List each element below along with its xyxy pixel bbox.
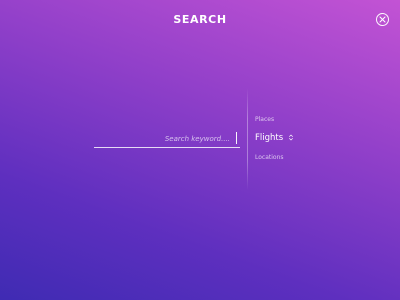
text-cursor (236, 132, 237, 144)
chevron-up-down-icon (289, 134, 293, 141)
search-input[interactable] (94, 130, 234, 148)
picker-item-locations[interactable]: Locations (255, 154, 284, 161)
picker-item-places[interactable]: Places (255, 116, 274, 123)
picker-divider (247, 88, 248, 190)
search-underline (94, 147, 240, 148)
close-button[interactable] (376, 13, 389, 26)
selected-category-label: Flights (255, 133, 284, 143)
close-icon (379, 16, 386, 23)
category-picker[interactable]: Places Flights Locations (255, 0, 375, 300)
picker-item-selected[interactable]: Flights (255, 133, 293, 143)
